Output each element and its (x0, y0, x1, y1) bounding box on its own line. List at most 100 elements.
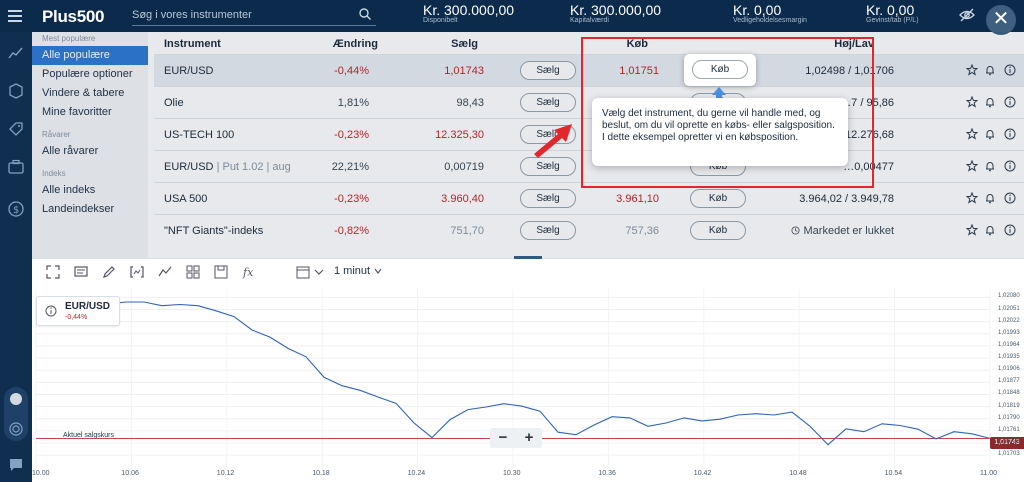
funds-icon[interactable]: $ (7, 200, 25, 218)
zoom-in-button[interactable]: + (516, 428, 542, 448)
col-instrument[interactable]: Instrument (164, 38, 221, 50)
category-all-indices[interactable]: Alle indeks (32, 181, 148, 200)
sell-price: 751,70 (450, 225, 484, 237)
logo: Plus500 (42, 7, 105, 26)
info-icon[interactable] (1004, 128, 1016, 140)
positions-icon[interactable] (7, 82, 25, 100)
bell-icon[interactable] (984, 224, 996, 236)
info-icon[interactable] (45, 305, 57, 317)
star-icon[interactable] (966, 224, 978, 236)
buy-price: 757,36 (625, 225, 659, 237)
x-tick-label: 10.24 (407, 470, 426, 477)
chart-title: EUR/USD (65, 301, 111, 312)
sell-price: 98,43 (456, 97, 484, 109)
category-country-indices[interactable]: Landeindekser (32, 200, 148, 219)
y-tick-label: 1,01877 (998, 378, 1020, 385)
search-box (132, 5, 376, 26)
x-tick-label: 10.54 (884, 470, 903, 477)
stat-profit-loss: Kr. 0,00 Gevinst/tab (P/L) (866, 2, 919, 24)
star-icon[interactable] (966, 64, 978, 76)
star-icon[interactable] (966, 192, 978, 204)
current-sell-price-label: Aktuel salgskurs (63, 432, 114, 439)
bell-icon[interactable] (984, 192, 996, 204)
orders-tag-icon[interactable] (7, 120, 25, 138)
info-icon[interactable] (1004, 160, 1016, 172)
info-icon[interactable] (1004, 64, 1016, 76)
line-type-icon[interactable] (158, 265, 172, 279)
category-heading: Indeks (42, 169, 66, 178)
trade-chart-icon[interactable] (7, 44, 25, 62)
fullscreen-icon[interactable] (46, 265, 60, 279)
pointer-red-arrow-icon (534, 124, 572, 158)
sell-button[interactable]: Sælg (520, 189, 576, 208)
info-icon[interactable] (1004, 96, 1016, 108)
category-winners-losers[interactable]: Vindere & tabere (32, 84, 148, 103)
save-icon[interactable] (214, 265, 228, 279)
svg-text:$: $ (13, 205, 19, 216)
buy-button[interactable]: Køb (690, 221, 746, 240)
hamburger-menu-icon[interactable] (6, 6, 26, 26)
category-my-favorites[interactable]: Mine favoritter (32, 103, 148, 122)
bell-icon[interactable] (984, 64, 996, 76)
table-row[interactable]: "NFT Giants"-indeks -0,82% 751,70 Sælg 757,3… (154, 214, 1024, 246)
price-chart[interactable] (32, 285, 1024, 482)
category-popular-options[interactable]: Populære optioner (32, 65, 148, 84)
chat-icon[interactable] (7, 456, 25, 474)
sell-price: 3.960,40 (441, 193, 484, 205)
function-icon[interactable]: fx (242, 265, 256, 279)
star-icon[interactable] (966, 96, 978, 108)
layout-grid-icon[interactable] (186, 265, 200, 279)
category-all-commodities[interactable]: Alle råvarer (32, 142, 148, 161)
instrument-name: US-TECH 100 (164, 129, 235, 141)
instrument-name: USA 500 (164, 193, 208, 205)
change-value: -0,23% (334, 193, 369, 205)
bell-icon[interactable] (984, 96, 996, 108)
search-icon[interactable] (358, 7, 372, 21)
bracket-indicator-icon[interactable] (130, 265, 144, 279)
interval-select[interactable]: 1 minut (334, 265, 383, 277)
star-icon[interactable] (966, 128, 978, 140)
bell-icon[interactable] (984, 128, 996, 140)
chevron-down-icon[interactable] (312, 265, 326, 279)
comment-icon[interactable] (74, 265, 88, 279)
top-bar: Plus500 Kr. 300.000,00 Disponibelt Kr. 3… (0, 0, 1024, 35)
instrument-name: EUR/USD | Put 1.02 | aug (164, 161, 291, 173)
search-input[interactable] (132, 5, 352, 25)
pencil-icon[interactable] (102, 265, 116, 279)
chart-panel: fx 1 minut EUR/USD -0,44% Aktuel salgsku… (32, 256, 1024, 482)
category-heading: Mest populære (42, 34, 96, 43)
theme-toggle[interactable] (4, 387, 28, 441)
calendar-icon[interactable] (296, 265, 310, 279)
change-value: -0,44% (334, 65, 369, 77)
x-tick-label: 10.18 (312, 470, 330, 477)
y-tick-label: 1,02022 (998, 317, 1020, 324)
x-tick-label: 10.00 (32, 470, 50, 477)
x-tick-label: 10.06 (121, 470, 139, 477)
close-tutorial-button[interactable]: ✕ (986, 5, 1016, 35)
buy-button[interactable]: Køb (690, 189, 746, 208)
highlighted-buy-button[interactable]: Køb (692, 60, 748, 79)
sell-button[interactable]: Sælg (520, 93, 576, 112)
sell-button[interactable]: Sælg (520, 61, 576, 80)
col-change[interactable]: Ændring (333, 38, 378, 50)
star-icon[interactable] (966, 160, 978, 172)
category-heading: Råvarer (42, 130, 71, 139)
hide-eye-icon[interactable] (958, 6, 976, 24)
info-icon[interactable] (1004, 192, 1016, 204)
sell-price: 1,01743 (444, 65, 484, 77)
left-icon-rail: $ (0, 32, 32, 482)
sell-button[interactable]: Sælg (520, 221, 576, 240)
sell-price: 0,00719 (444, 161, 484, 173)
zoom-out-button[interactable]: − (490, 428, 516, 448)
chart-toolbar: fx 1 minut (32, 259, 1024, 285)
x-tick-label: 10.30 (503, 470, 521, 477)
bell-icon[interactable] (984, 160, 996, 172)
category-all-popular[interactable]: Alle populære (32, 46, 148, 65)
y-tick-label: 1,01964 (998, 341, 1020, 348)
instrument-name: Olie (164, 97, 184, 109)
briefcase-icon[interactable] (7, 158, 25, 176)
instrument-name: "NFT Giants"-indeks (164, 225, 264, 237)
y-tick-label: 1,01790 (998, 414, 1020, 421)
info-icon[interactable] (1004, 224, 1016, 236)
high-low-value: 3.964,02 / 3.949,78 (799, 193, 894, 205)
